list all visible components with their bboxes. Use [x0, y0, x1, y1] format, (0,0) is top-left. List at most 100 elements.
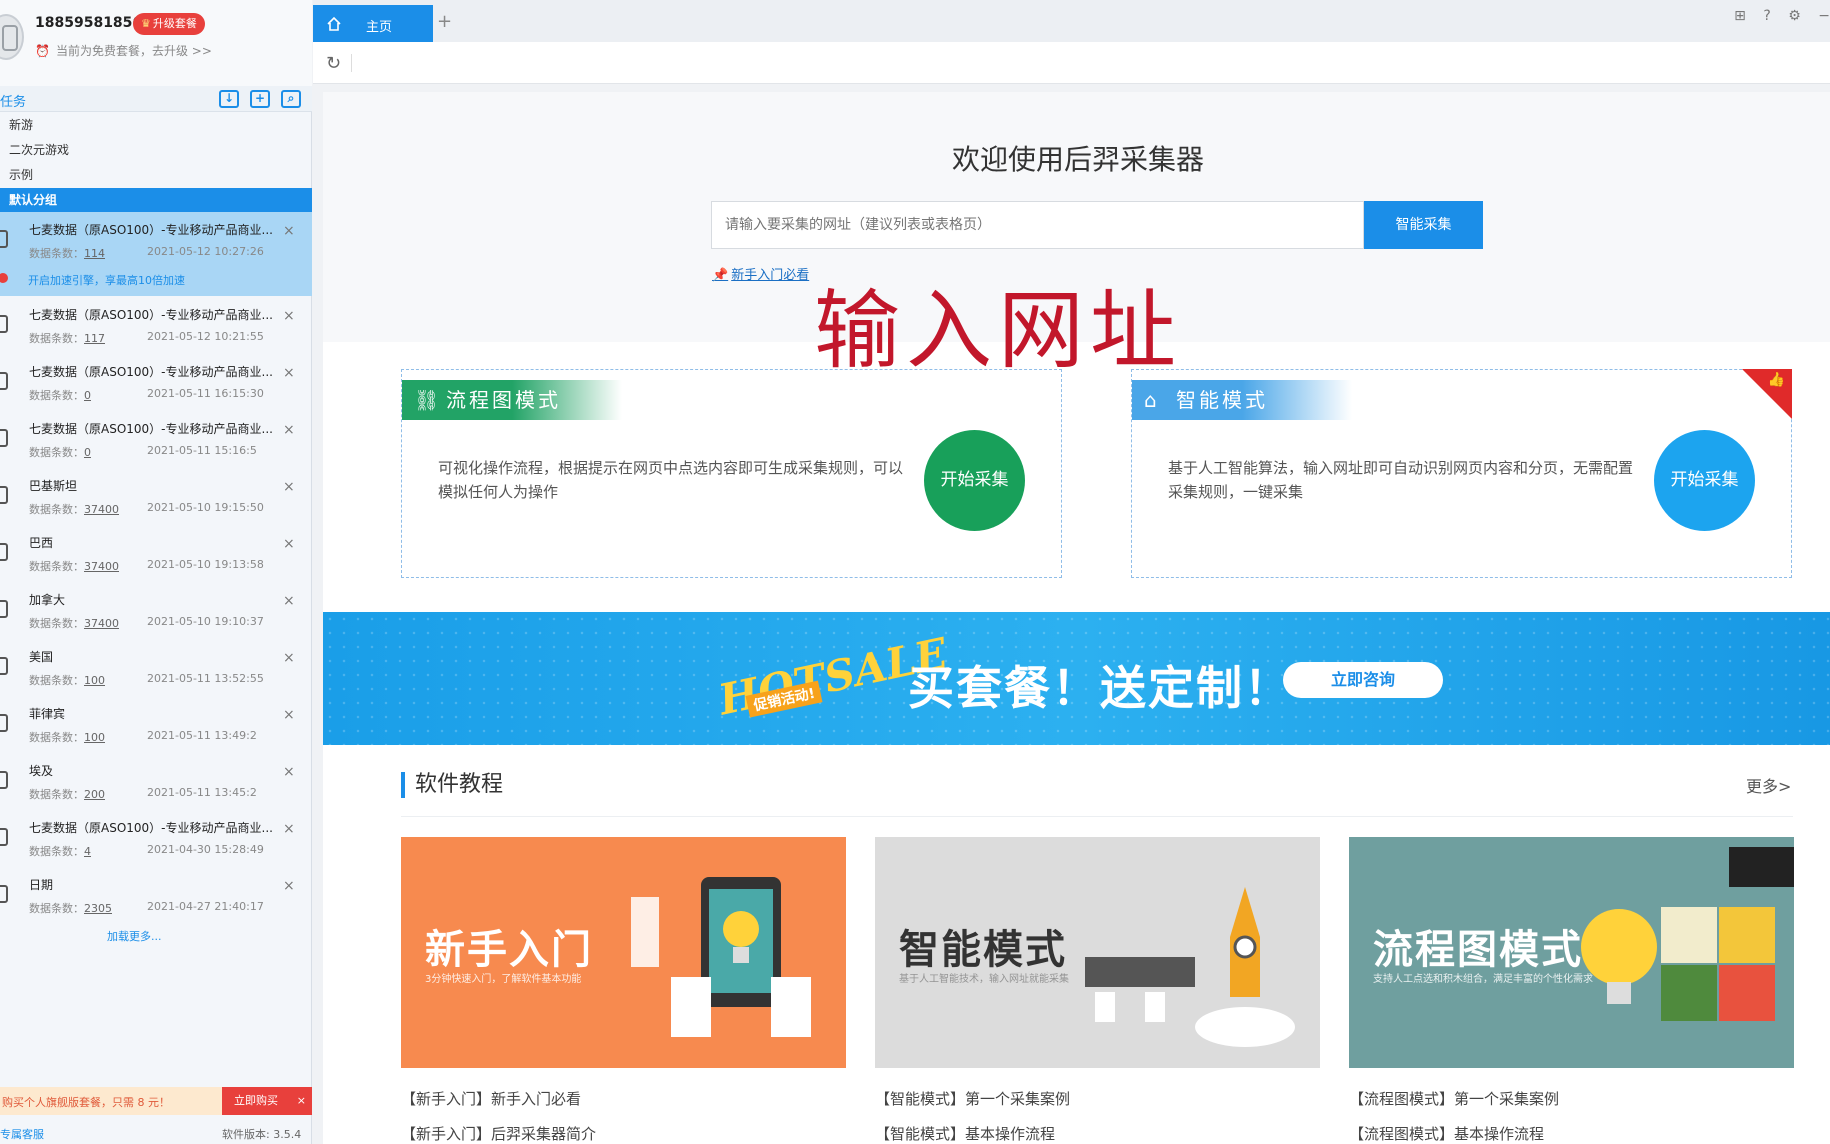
import-task-icon[interactable]: ↓	[219, 90, 239, 108]
tutorial-link[interactable]: 【流程图模式】基本操作流程	[1349, 1123, 1544, 1144]
url-input[interactable]	[711, 201, 1364, 249]
group-item-anime-games[interactable]: 二次元游戏	[0, 138, 312, 162]
tutorial-card-newbie[interactable]: 新手入门 3分钟快速入门，了解软件基本功能	[401, 837, 846, 1068]
task-count[interactable]: 2305	[84, 902, 112, 915]
task-name: 七麦数据（原ASO100）-专业移动产品商业...	[29, 223, 273, 237]
consult-button[interactable]: 立即咨询	[1283, 662, 1443, 698]
close-icon[interactable]: ×	[297, 1087, 306, 1115]
tab-home-label: 主页	[366, 20, 393, 35]
avatar[interactable]	[0, 14, 24, 60]
task-count[interactable]: 37400	[84, 560, 119, 573]
search-task-icon[interactable]: ⌕	[281, 90, 301, 108]
close-icon[interactable]: ×	[283, 422, 295, 438]
start-collect-button[interactable]: 开始采集	[924, 430, 1025, 531]
tab-home[interactable]: 主页	[313, 5, 433, 42]
tutorial-card-smart[interactable]: 智能模式 基于人工智能技术，输入网址就能采集	[875, 837, 1320, 1068]
task-count[interactable]: 37400	[84, 617, 119, 630]
customer-service-link[interactable]: 专属客服	[0, 1126, 44, 1142]
task-name: 巴基斯坦	[29, 479, 78, 493]
group-item-examples[interactable]: 示例	[0, 163, 312, 187]
buy-now-button[interactable]: 立即购买 ×	[222, 1087, 312, 1115]
tutorial-link[interactable]: 【新手入门】后羿采集器简介	[401, 1123, 596, 1144]
tutorial-link[interactable]: 【智能模式】基本操作流程	[875, 1123, 1055, 1144]
close-icon[interactable]: ×	[283, 878, 295, 894]
close-icon[interactable]: ×	[283, 479, 295, 495]
promo-banner[interactable]: HOTSALE 促销活动! 买套餐！送定制！ 立即咨询	[323, 612, 1830, 745]
group-item-default[interactable]: 默认分组	[0, 188, 312, 212]
close-icon[interactable]: ×	[283, 365, 295, 381]
task-item[interactable]: 巴西 数据条数：37400 2021-05-10 19:13:58 ×	[0, 525, 312, 582]
smart-collect-button[interactable]: 智能采集	[1364, 201, 1483, 249]
task-count-label: 数据条数：117	[29, 330, 105, 346]
flowchart-icon: ⛓	[414, 388, 443, 412]
task-count[interactable]: 117	[84, 332, 105, 345]
address-bar: ↻	[313, 42, 1830, 84]
task-item[interactable]: 菲律宾 数据条数：100 2021-05-11 13:49:2 ×	[0, 696, 312, 753]
upgrade-button[interactable]: ♛ 升级套餐	[133, 13, 205, 35]
settings-icon[interactable]: ⚙	[1788, 8, 1801, 24]
load-more-link[interactable]: 加载更多...	[107, 928, 162, 944]
pin-icon: 📌	[712, 268, 729, 283]
smart-mode-card[interactable]: 👍 ⌂ 智能模式 基于人工智能算法，输入网址即可自动识别网页内容和分页，无需配置采…	[1131, 369, 1792, 578]
task-count[interactable]: 114	[84, 247, 105, 260]
task-item[interactable]: 巴基斯坦 数据条数：37400 2021-05-10 19:15:50 ×	[0, 468, 312, 525]
plan-status-link[interactable]: ⏰ 当前为免费套餐，去升级 >>	[35, 42, 212, 59]
group-item-new-games[interactable]: 新游	[0, 113, 312, 137]
mode-title: ⌂ 智能模式	[1132, 380, 1352, 420]
task-item[interactable]: 七麦数据（原ASO100）-专业移动产品商业... 数据条数：4 2021-04…	[0, 810, 312, 867]
tutorial-link[interactable]: 【智能模式】第一个采集案例	[875, 1088, 1070, 1109]
task-date: 2021-05-10 19:15:50	[147, 501, 264, 514]
flowchart-mode-card[interactable]: ⛓ 流程图模式 可视化操作流程，根据提示在网页中点选内容即可生成采集规则，可以模拟…	[401, 369, 1062, 578]
task-item[interactable]: 七麦数据（原ASO100）-专业移动产品商业... 数据条数：117 2021-…	[0, 297, 312, 354]
tutorial-card-flowchart[interactable]: 流程图模式 支持人工点选和积木组合，满足丰富的个性化需求	[1349, 837, 1794, 1068]
tutorial-link[interactable]: 【流程图模式】第一个采集案例	[1349, 1088, 1559, 1109]
help-icon[interactable]: ?	[1763, 8, 1770, 24]
robot-icon	[0, 657, 8, 675]
more-link[interactable]: 更多>	[1746, 773, 1791, 797]
task-item[interactable]: 日期 数据条数：2305 2021-04-27 21:40:17 ×	[0, 867, 312, 924]
add-tab-button[interactable]: +	[437, 11, 452, 32]
close-icon[interactable]: ×	[283, 764, 295, 780]
task-item[interactable]: 七麦数据（原ASO100）-专业移动产品商业... 数据条数：0 2021-05…	[0, 354, 312, 411]
task-item[interactable]: 美国 数据条数：100 2021-05-11 13:52:55 ×	[0, 639, 312, 696]
gift-icon[interactable]: ⊞	[1734, 8, 1746, 24]
upgrade-label: 升级套餐	[152, 17, 197, 30]
robot-icon	[0, 543, 8, 561]
refresh-icon[interactable]: ↻	[326, 53, 341, 74]
task-count[interactable]: 37400	[84, 503, 119, 516]
minimize-icon[interactable]: −	[1818, 8, 1830, 24]
task-count[interactable]: 0	[84, 389, 91, 402]
start-collect-button[interactable]: 开始采集	[1654, 430, 1755, 531]
divider	[351, 54, 352, 72]
task-count[interactable]: 100	[84, 674, 105, 687]
accel-link[interactable]: 开启加速引擎，享最高10倍加速	[28, 272, 185, 288]
close-icon[interactable]: ×	[283, 308, 295, 324]
newbie-guide-link[interactable]: 📌 新手入门必看	[712, 264, 809, 283]
close-icon[interactable]: ×	[283, 707, 295, 723]
task-count-label: 数据条数：100	[29, 729, 105, 745]
tutorial-link[interactable]: 【新手入门】新手入门必看	[401, 1088, 581, 1109]
task-count[interactable]: 0	[84, 446, 91, 459]
task-count[interactable]: 200	[84, 788, 105, 801]
task-item[interactable]: 七麦数据（原ASO100）-专业移动产品商业... 数据条数：114 2021-…	[0, 212, 312, 296]
plan-text: 当前为免费套餐，去升级 >>	[55, 44, 212, 58]
task-count[interactable]: 100	[84, 731, 105, 744]
window-controls: ⊞ ? ⚙ −	[1721, 8, 1830, 24]
task-count[interactable]: 4	[84, 845, 91, 858]
close-icon[interactable]: ×	[283, 536, 295, 552]
task-count-label: 数据条数：0	[29, 387, 91, 403]
tutorial-card-subtitle: 支持人工点选和积木组合，满足丰富的个性化需求	[1373, 974, 1593, 985]
task-item[interactable]: 加拿大 数据条数：37400 2021-05-10 19:10:37 ×	[0, 582, 312, 639]
close-icon[interactable]: ×	[283, 650, 295, 666]
close-icon[interactable]: ×	[283, 821, 295, 837]
task-item[interactable]: 埃及 数据条数：200 2021-05-11 13:45:2 ×	[0, 753, 312, 810]
close-icon[interactable]: ×	[283, 223, 295, 239]
add-task-icon[interactable]: +	[250, 90, 270, 108]
task-item[interactable]: 七麦数据（原ASO100）-专业移动产品商业... 数据条数：0 2021-05…	[0, 411, 312, 468]
count-label: 数据条数：	[29, 845, 84, 858]
close-icon[interactable]: ×	[283, 593, 295, 609]
task-count-label: 数据条数：2305	[29, 900, 112, 916]
task-date: 2021-05-11 15:16:5	[147, 444, 257, 457]
promo-bar: 购买个人旗舰版套餐，只需 8 元！ 立即购买 ×	[0, 1087, 312, 1115]
task-name: 日期	[29, 878, 54, 892]
